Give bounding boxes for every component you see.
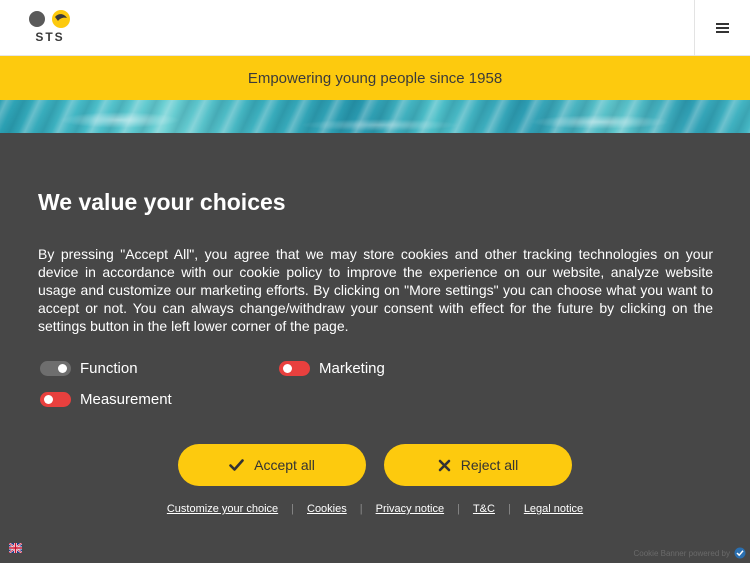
link-separator: | xyxy=(457,503,460,515)
customize-choice-link[interactable]: Customize your choice xyxy=(167,503,278,515)
checkmark-icon xyxy=(229,459,244,471)
site-header: STS xyxy=(0,0,750,56)
logo-text: STS xyxy=(35,30,65,44)
toggle-knob xyxy=(58,364,67,373)
toggle-function-row: Function xyxy=(40,360,138,377)
uk-flag-icon[interactable] xyxy=(9,543,22,553)
link-separator: | xyxy=(359,503,363,515)
toggle-knob xyxy=(283,364,292,373)
cookie-links: Customize your choice | Cookies | Privac… xyxy=(0,503,750,515)
privacy-notice-link[interactable]: Privacy notice xyxy=(376,503,444,515)
reject-all-button[interactable]: Reject all xyxy=(384,444,572,486)
hero-image xyxy=(0,100,750,133)
sts-logo[interactable]: STS xyxy=(27,9,73,44)
toggle-knob xyxy=(44,395,53,404)
function-label: Function xyxy=(80,360,138,377)
accept-all-label: Accept all xyxy=(254,457,315,473)
function-toggle[interactable] xyxy=(40,361,71,376)
hamburger-icon xyxy=(716,23,729,33)
measurement-label: Measurement xyxy=(80,391,172,408)
cookies-link[interactable]: Cookies xyxy=(307,503,347,515)
cookie-description: By pressing "Accept All", you agree that… xyxy=(38,246,713,334)
link-separator: | xyxy=(291,503,294,515)
tc-link[interactable]: T&C xyxy=(473,503,495,515)
logo-circles-icon xyxy=(29,10,70,28)
close-icon xyxy=(438,459,451,471)
measurement-toggle[interactable] xyxy=(40,392,71,407)
reject-all-label: Reject all xyxy=(460,457,519,473)
marketing-toggle[interactable] xyxy=(279,361,310,376)
cookie-title: We value your choices xyxy=(38,189,286,215)
powered-by-text: Cookie Banner powered by xyxy=(633,549,730,558)
toggle-measurement-row: Measurement xyxy=(40,391,172,408)
toggle-marketing-row: Marketing xyxy=(279,360,385,377)
legal-notice-link[interactable]: Legal notice xyxy=(524,503,583,515)
link-separator: | xyxy=(507,503,511,515)
marketing-label: Marketing xyxy=(319,360,385,377)
accept-all-button[interactable]: Accept all xyxy=(178,444,366,486)
tagline-banner: Empowering young people since 1958 xyxy=(0,56,750,100)
menu-button[interactable] xyxy=(694,0,750,56)
cookie-banner-badge-icon[interactable] xyxy=(734,547,746,559)
